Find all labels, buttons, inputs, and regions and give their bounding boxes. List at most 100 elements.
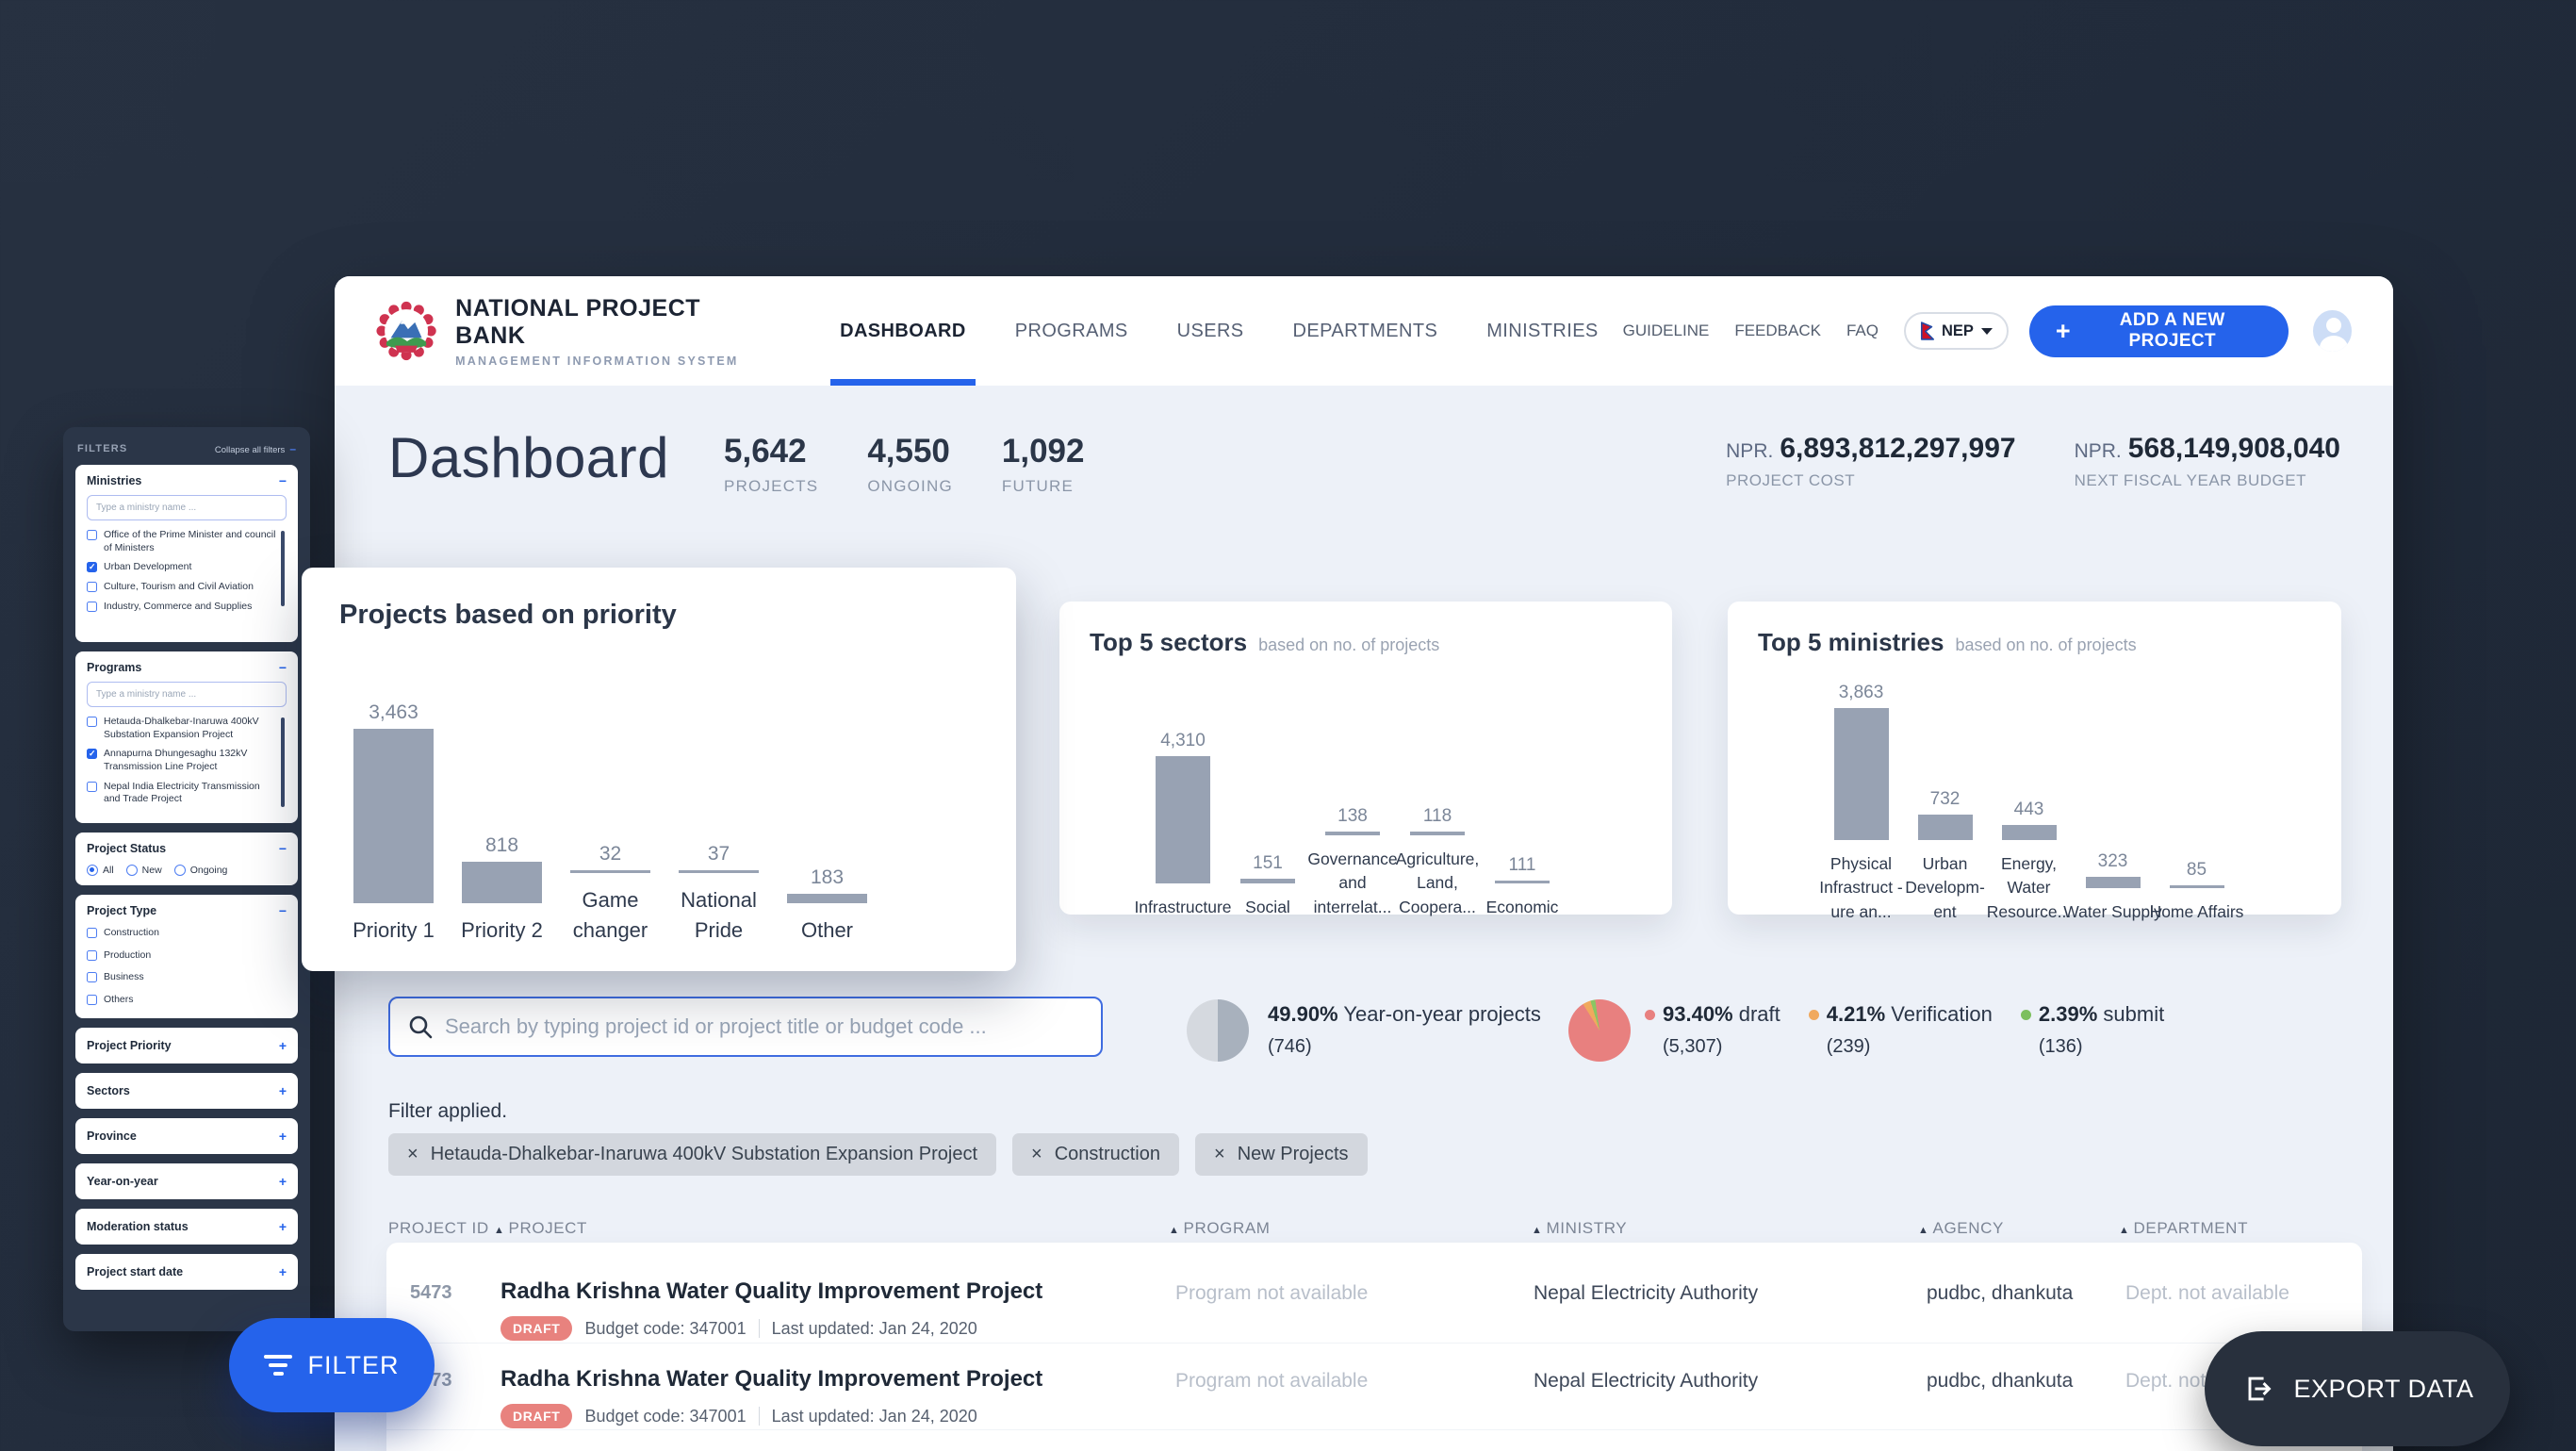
filter-section-year-on-year: Year-on-year + — [75, 1163, 298, 1199]
filter-search-input[interactable] — [87, 495, 287, 520]
column-header-project-id[interactable]: PROJECT ID — [388, 1219, 489, 1238]
legend-row: 4.21% Verification — [1809, 1002, 1993, 1027]
expand-toggle-icon[interactable]: + — [279, 1129, 287, 1143]
budget-label: PROJECT COST — [1726, 471, 2015, 490]
add-new-project-button[interactable]: ADD A NEW PROJECT — [2029, 305, 2289, 357]
close-icon[interactable] — [1214, 1144, 1225, 1165]
nav-item-dashboard[interactable]: DASHBOARD — [840, 276, 966, 386]
last-updated: Last updated: Jan 24, 2020 — [772, 1407, 977, 1426]
bar-label: Priority 1 — [341, 915, 447, 946]
filter-checkbox-option[interactable]: Annapurna Dhungesaghu 132kV Transmission… — [87, 748, 277, 773]
column-header-ministry[interactable]: MINISTRY — [1532, 1219, 1627, 1238]
priority-bar-chart: 3,463Priority 1818Priority 232Game chang… — [339, 668, 978, 946]
nav-item-users[interactable]: USERS — [1177, 276, 1244, 386]
filter-checkbox-option[interactable]: Hetauda-Dhalkebar-Inaruwa 400kV Substati… — [87, 716, 277, 741]
language-selector[interactable]: NEP — [1904, 312, 2009, 350]
filter-section-title: Year-on-year — [87, 1175, 158, 1188]
filter-checkbox-option[interactable]: Others — [87, 994, 287, 1007]
table-row[interactable]: 5473Radha Krishna Water Quality Improvem… — [386, 1256, 2362, 1343]
nav-item-departments[interactable]: DEPARTMENTS — [1293, 276, 1438, 386]
filter-chip[interactable]: Hetauda-Dhalkebar-Inaruwa 400kV Substati… — [388, 1133, 996, 1176]
column-header-project[interactable]: PROJECT — [494, 1219, 587, 1238]
checkbox-checked[interactable] — [87, 749, 97, 759]
radio-option-ongoing[interactable]: Ongoing — [174, 865, 228, 876]
expand-toggle-icon[interactable]: + — [279, 1175, 287, 1188]
bar-stack: 443 — [1987, 678, 2071, 840]
scrollbar-thumb[interactable] — [281, 531, 285, 606]
checkbox[interactable] — [87, 717, 97, 727]
language-code: NEP — [1942, 322, 1974, 340]
collapse-all-filters-link[interactable]: Collapse all filters — [215, 442, 296, 455]
column-label: PROJECT — [509, 1219, 588, 1237]
checkbox[interactable] — [87, 602, 97, 612]
bar-value: 32 — [599, 843, 621, 866]
expand-toggle-icon[interactable]: + — [279, 1220, 287, 1233]
expand-toggle-icon[interactable]: + — [279, 1084, 287, 1097]
nav-item-programs[interactable]: PROGRAMS — [1015, 276, 1128, 386]
column-header-program[interactable]: PROGRAM — [1169, 1219, 1271, 1238]
table-row[interactable]: 5473Radha Krishna Water Quality Improvem… — [386, 1343, 2362, 1429]
legend-row: 93.40% draft — [1645, 1002, 1780, 1027]
column-header-department[interactable]: DEPARTMENT — [2119, 1219, 2248, 1238]
filter-button[interactable]: FILTER — [229, 1318, 435, 1412]
user-avatar[interactable] — [2313, 310, 2352, 352]
filter-checkbox-option[interactable]: Nepal India Electricity Transmission and… — [87, 781, 277, 806]
badge-row: DRAFTBudget code: 347001Last updated: Ja… — [500, 1316, 977, 1341]
expand-toggle-icon[interactable]: + — [279, 1265, 287, 1278]
close-icon[interactable] — [407, 1144, 418, 1165]
filter-option-list: Hetauda-Dhalkebar-Inaruwa 400kV Substati… — [87, 716, 287, 806]
filter-chip[interactable]: New Projects — [1195, 1133, 1368, 1176]
filter-checkbox-option[interactable]: Construction — [87, 927, 287, 940]
filter-checkbox-option[interactable]: Production — [87, 949, 287, 963]
checkbox[interactable] — [87, 995, 97, 1005]
collapse-toggle-icon[interactable]: − — [279, 904, 287, 917]
bar-label: Infrastructure — [1134, 896, 1232, 919]
status-pie-chart — [1568, 999, 1631, 1062]
header-link-feedback[interactable]: FEEDBACK — [1734, 322, 1821, 339]
scrollbar-thumb[interactable] — [281, 717, 285, 807]
budget-block: NPR.6,893,812,297,997PROJECT COST — [1726, 433, 2015, 490]
filter-checkbox-option[interactable]: Industry, Commerce and Supplies — [87, 601, 277, 614]
filter-checkbox-option[interactable]: Business — [87, 971, 287, 984]
column-header-agency[interactable]: AGENCY — [1918, 1219, 2004, 1238]
filter-section-header: Programs− — [87, 661, 287, 674]
radio[interactable] — [126, 865, 138, 876]
bar-label: Economic — [1473, 896, 1571, 919]
filter-checkbox-option[interactable]: Office of the Prime Minister and council… — [87, 529, 277, 554]
checkbox[interactable] — [87, 782, 97, 792]
header-link-faq[interactable]: FAQ — [1846, 322, 1879, 339]
checkbox[interactable] — [87, 582, 97, 592]
legend-percent: 4.21% — [1827, 1002, 1885, 1027]
checkbox[interactable] — [87, 530, 97, 540]
filter-chip[interactable]: Construction — [1012, 1133, 1179, 1176]
export-data-button[interactable]: EXPORT DATA — [2205, 1331, 2510, 1446]
legend-label: Verification — [1885, 1002, 1993, 1027]
radio[interactable] — [174, 865, 186, 876]
filter-search-input[interactable] — [87, 682, 287, 707]
radio-option-all[interactable]: All — [87, 865, 114, 876]
checkbox[interactable] — [87, 928, 97, 938]
chart-column: 118Agriculture, Land, Coopera... — [1395, 678, 1480, 919]
close-icon[interactable] — [1031, 1144, 1042, 1165]
filter-checkbox-option[interactable]: Culture, Tourism and Civil Aviation — [87, 581, 277, 594]
budget-value: 6,893,812,297,997 — [1780, 433, 2015, 465]
checkbox-checked[interactable] — [87, 562, 97, 572]
checkbox[interactable] — [87, 950, 97, 961]
search-input[interactable] — [445, 1014, 1084, 1039]
expand-toggle-icon[interactable]: + — [279, 1039, 287, 1052]
stat-label: ONGOING — [867, 477, 953, 496]
table-row[interactable]: 5473Radha Krishna Water Quality Improvem… — [386, 1429, 2362, 1451]
filter-checkbox-option[interactable]: Urban Development — [87, 561, 277, 574]
collapse-toggle-icon[interactable]: − — [279, 661, 287, 674]
search-icon — [407, 1014, 434, 1040]
bar-stack: 138 — [1310, 678, 1395, 835]
last-updated: Last updated: Jan 24, 2020 — [772, 1319, 977, 1339]
header-link-guideline[interactable]: GUIDELINE — [1623, 322, 1710, 339]
collapse-toggle-icon[interactable]: − — [279, 474, 287, 487]
collapse-toggle-icon[interactable]: − — [279, 842, 287, 855]
radio-option-new[interactable]: New — [126, 865, 162, 876]
radio-selected[interactable] — [87, 865, 98, 876]
checkbox[interactable] — [87, 972, 97, 982]
nav-item-ministries[interactable]: MINISTRIES — [1486, 276, 1598, 386]
filter-section-province: Province+ — [75, 1118, 298, 1154]
